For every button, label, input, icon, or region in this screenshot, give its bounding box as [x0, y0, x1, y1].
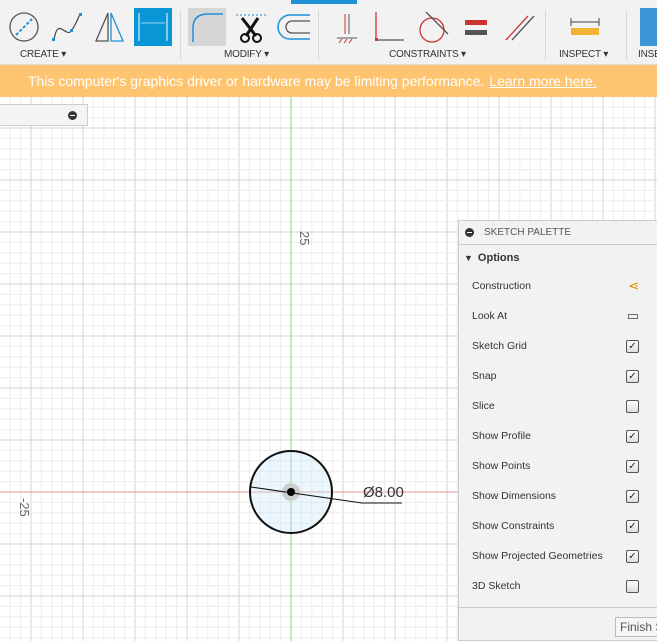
- palette-row-snap[interactable]: Snap ✓: [459, 361, 657, 391]
- palette-row-slice[interactable]: Slice: [459, 391, 657, 421]
- collapse-icon[interactable]: [465, 228, 474, 237]
- finish-sketch-button[interactable]: Finish Sketch: [615, 617, 657, 637]
- checkbox-sketch-grid[interactable]: ✓: [626, 339, 639, 353]
- create-menu[interactable]: CREATE ▾: [20, 49, 66, 60]
- axis-label-y: 25: [297, 231, 312, 245]
- checkbox-snap[interactable]: ✓: [626, 369, 639, 383]
- constraints-menu[interactable]: CONSTRAINTS ▾: [389, 49, 466, 60]
- learn-more-link[interactable]: Learn more here.: [489, 73, 596, 89]
- row-label: Look At: [472, 310, 508, 322]
- options-section[interactable]: ▼ Options: [459, 245, 657, 271]
- fillet-icon[interactable]: [188, 8, 226, 46]
- checkbox-show-points[interactable]: ✓: [626, 459, 639, 473]
- palette-row-show-points[interactable]: Show Points ✓: [459, 451, 657, 481]
- offset-icon[interactable]: [274, 8, 312, 46]
- checkbox-show-constraints[interactable]: ✓: [626, 519, 639, 533]
- row-label: Snap: [472, 370, 497, 382]
- trim-icon[interactable]: [232, 8, 270, 46]
- row-label: 3D Sketch: [472, 580, 521, 592]
- checkbox-slice[interactable]: [626, 399, 639, 413]
- checkbox-3d-sketch[interactable]: [626, 579, 639, 593]
- tangent-constraint-icon[interactable]: [414, 8, 452, 46]
- palette-row-3d-sketch[interactable]: 3D Sketch: [459, 571, 657, 601]
- coincident-constraint-icon[interactable]: [370, 8, 408, 46]
- row-label: Show Profile: [472, 430, 531, 442]
- axis-label-x: -25: [17, 498, 32, 517]
- modify-menu[interactable]: MODIFY ▾: [224, 49, 269, 60]
- parallel-constraint-icon[interactable]: [500, 8, 538, 46]
- row-label: Show Points: [472, 460, 531, 472]
- construction-icon[interactable]: ⋖: [628, 278, 639, 294]
- inspect-menu[interactable]: INSPECT ▾: [559, 49, 608, 60]
- insert-menu[interactable]: INSE: [638, 49, 657, 60]
- palette-row-show-dimensions[interactable]: Show Dimensions ✓: [459, 481, 657, 511]
- palette-row-show-constraints[interactable]: Show Constraints ✓: [459, 511, 657, 541]
- row-label: Construction: [472, 280, 531, 292]
- checkbox-show-projected-geometries[interactable]: ✓: [626, 549, 639, 563]
- mirror-icon[interactable]: [90, 8, 128, 46]
- row-label: Slice: [472, 400, 495, 412]
- row-label: Show Constraints: [472, 520, 555, 532]
- circle-icon[interactable]: [5, 8, 43, 46]
- options-label: Options: [477, 252, 520, 264]
- triangle-down-icon: ▼: [464, 253, 473, 263]
- palette-row-look-at[interactable]: Look At ▭: [459, 301, 657, 331]
- palette-row-show-profile[interactable]: Show Profile ✓: [459, 421, 657, 451]
- insert-image-icon[interactable]: [640, 8, 657, 46]
- measure-icon[interactable]: [566, 8, 604, 46]
- spline-icon[interactable]: [48, 8, 86, 46]
- banner-message: This computer's graphics driver or hardw…: [28, 73, 485, 89]
- palette-row-show-projected-geometries[interactable]: Show Projected Geometries ✓: [459, 541, 657, 571]
- row-label: Show Projected Geometries: [472, 550, 603, 562]
- browser-panel[interactable]: [0, 104, 88, 126]
- checkbox-show-dimensions[interactable]: ✓: [626, 489, 639, 503]
- collapse-icon[interactable]: [68, 111, 77, 120]
- active-tab-indicator: [291, 0, 357, 4]
- equal-constraint-icon[interactable]: [457, 8, 495, 46]
- row-label: Sketch Grid: [472, 340, 527, 352]
- sketch-palette: SKETCH PALETTE ▼ Options Construction ⋖ Loo…: [458, 220, 657, 641]
- horizontal-vertical-constraint-icon[interactable]: [328, 8, 366, 46]
- palette-row-sketch-grid[interactable]: Sketch Grid ✓: [459, 331, 657, 361]
- palette-row-construction[interactable]: Construction ⋖: [459, 271, 657, 301]
- look-at-icon[interactable]: ▭: [627, 308, 639, 324]
- diameter-dimension[interactable]: Ø8.00: [363, 484, 404, 501]
- performance-banner: This computer's graphics driver or hardw…: [0, 65, 657, 97]
- toolbar: CREATE ▾ MODIFY ▾ CONSTRAINTS ▾ INSPECT …: [0, 0, 657, 65]
- checkbox-show-profile[interactable]: ✓: [626, 429, 639, 443]
- dimension-icon[interactable]: [134, 8, 172, 46]
- row-label: Show Dimensions: [472, 490, 557, 502]
- palette-title: SKETCH PALETTE: [484, 227, 572, 238]
